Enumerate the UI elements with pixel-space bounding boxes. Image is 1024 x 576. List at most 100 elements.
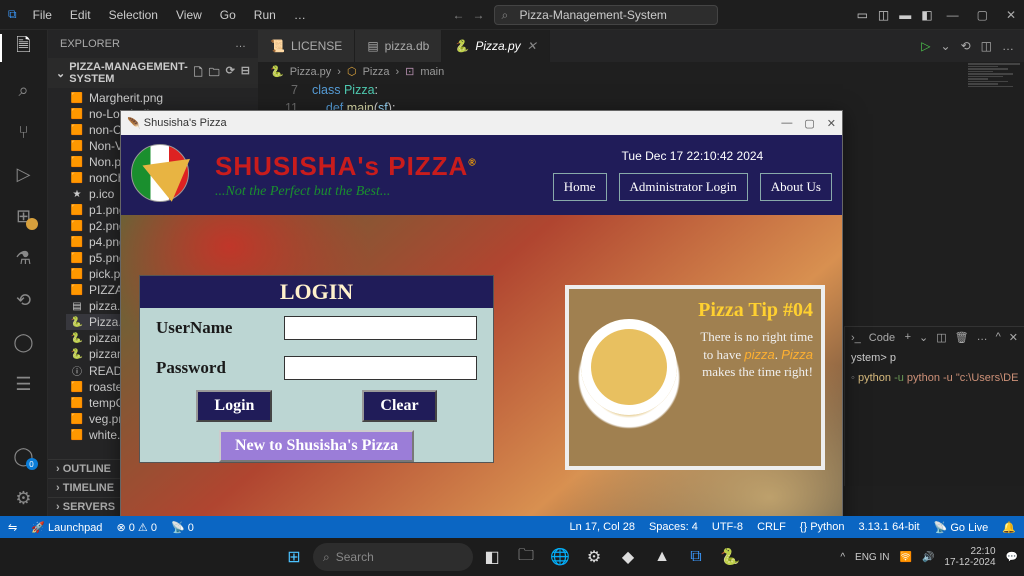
remote-icon[interactable]: ⟲ (12, 288, 36, 312)
file-item[interactable]: 🟧Margherit.png (66, 90, 258, 106)
close-tab-icon[interactable]: ✕ (527, 39, 537, 53)
launchpad-button[interactable]: 🚀 Launchpad (31, 521, 102, 534)
server-icon[interactable]: ☰ (12, 372, 36, 396)
radio-count[interactable]: 📡 0 (171, 521, 194, 534)
collapse-icon[interactable]: ⊟ (241, 64, 250, 83)
task-view-icon[interactable]: ◧ (477, 542, 507, 572)
menu-run[interactable]: Run (246, 4, 284, 26)
test-icon[interactable]: ⚗ (12, 246, 36, 270)
tray-up-icon[interactable]: ^ (840, 552, 845, 563)
file-icon: 🟧 (70, 430, 84, 441)
git-icon[interactable]: ⑂ (12, 120, 36, 144)
nav-back-icon[interactable]: ← (452, 8, 464, 22)
settings-app-icon[interactable]: ⚙ (579, 542, 609, 572)
tray-notif-icon[interactable]: 💬 (1006, 552, 1018, 563)
eol[interactable]: CRLF (757, 521, 786, 533)
nav-about[interactable]: About Us (760, 173, 832, 201)
notif-icon[interactable]: 🔔 (1002, 521, 1016, 534)
github-icon[interactable]: ◯ (12, 330, 36, 354)
cursor-pos[interactable]: Ln 17, Col 28 (570, 521, 635, 533)
layout-top-icon[interactable]: ▭ (857, 8, 868, 22)
terminal-split-icon[interactable]: ◫ (936, 331, 946, 344)
layout-left-icon[interactable]: ◫ (878, 8, 889, 22)
username-input[interactable] (284, 316, 477, 340)
explorer-app-icon[interactable]: 🗀 (511, 542, 541, 572)
root-name: PIZZA-MANAGEMENT-SYSTEM (69, 61, 189, 85)
tray-wifi-icon[interactable]: 🛜 (899, 552, 911, 563)
terminal-add-icon[interactable]: ›_ (851, 332, 861, 344)
remote-indicator[interactable]: ⇋ (8, 521, 17, 534)
nav-fwd-icon[interactable]: → (472, 8, 484, 22)
nav-admin[interactable]: Administrator Login (619, 173, 748, 201)
tab-license[interactable]: 📜LICENSE (258, 30, 355, 62)
tray-clock[interactable]: 22:1017-12-2024 (944, 546, 995, 568)
maximize-icon[interactable]: ▢ (977, 8, 988, 22)
clear-button[interactable]: Clear (362, 390, 436, 422)
terminal-drop-icon[interactable]: ⌄ (919, 331, 928, 344)
login-button[interactable]: Login (196, 390, 272, 422)
app-icon[interactable]: ◆ (613, 542, 643, 572)
explorer-icon[interactable]: 🗎 (12, 36, 36, 60)
python-app-icon[interactable]: 🐍 (715, 542, 745, 572)
new-file-icon[interactable]: 🗋 (194, 64, 203, 83)
explorer-more-icon[interactable]: … (235, 38, 246, 50)
command-center[interactable]: Pizza-Management-System (494, 5, 717, 25)
problems[interactable]: ⊗ 0 ⚠ 0 (116, 521, 157, 534)
menu-go[interactable]: Go (212, 4, 244, 26)
run-icon[interactable]: ▷ (921, 39, 930, 53)
language[interactable]: {} Python (800, 521, 845, 533)
chrome-icon[interactable]: 🌐 (545, 542, 575, 572)
vscode-app-icon[interactable]: ⧉ (681, 542, 711, 572)
terminal-panel[interactable]: ›_ Code + ⌄ ◫ 🗑 … ^ ✕ ystem> p ◦ python … (844, 326, 1024, 486)
file-icon: ⓘ (70, 363, 84, 378)
tray-sound-icon[interactable]: 🔊 (922, 552, 934, 563)
password-input[interactable] (284, 356, 477, 380)
extensions-icon[interactable]: ⊞ (12, 204, 36, 228)
app-titlebar[interactable]: 🪶 Shusisha's Pizza — ▢ ✕ (121, 111, 842, 135)
minimize-icon[interactable]: — (947, 8, 959, 22)
split-icon[interactable]: ◫ (981, 39, 992, 53)
layout-bottom-icon[interactable]: ▬ (899, 8, 911, 22)
folder-root[interactable]: ⌄ PIZZA-MANAGEMENT-SYSTEM 🗋 🗀 ⟳ ⊟ (48, 58, 258, 88)
terminal-plus-icon[interactable]: + (905, 331, 911, 344)
history-icon[interactable]: ⟲ (961, 39, 971, 53)
debug-icon[interactable]: ▷ (12, 162, 36, 186)
app-min-icon[interactable]: — (781, 117, 792, 130)
terminal-close-icon[interactable]: ✕ (1009, 331, 1018, 344)
menu-file[interactable]: File (25, 4, 60, 26)
settings-icon[interactable]: ⚙ (12, 486, 36, 510)
go-live[interactable]: 📡 Go Live (934, 521, 989, 534)
taskbar-search[interactable]: ⌕Search (313, 543, 473, 571)
vlc-icon[interactable]: ▲ (647, 542, 677, 572)
menu-edit[interactable]: Edit (62, 4, 99, 26)
file-name: Margherit.png (89, 91, 163, 105)
app-close-icon[interactable]: ✕ (827, 117, 836, 130)
refresh-icon[interactable]: ⟳ (226, 64, 235, 83)
layout-right-icon[interactable]: ◧ (921, 8, 932, 22)
file-icon: 🟧 (70, 125, 84, 136)
breadcrumb[interactable]: 🐍Pizza.py › ⬡ Pizza › ⊡ main (258, 62, 1024, 81)
new-user-button[interactable]: New to Shusisha's Pizza (219, 430, 414, 462)
account-icon[interactable]: ◯0 (12, 444, 36, 468)
close-icon[interactable]: ✕ (1006, 8, 1016, 22)
app-max-icon[interactable]: ▢ (804, 117, 814, 130)
terminal-trash-icon[interactable]: 🗑 (955, 331, 969, 344)
tab-pizzapy[interactable]: 🐍Pizza.py✕ (442, 30, 549, 62)
spaces[interactable]: Spaces: 4 (649, 521, 698, 533)
start-icon[interactable]: ⊞ (279, 542, 309, 572)
menu-view[interactable]: View (168, 4, 210, 26)
py-version[interactable]: 3.13.1 64-bit (858, 521, 919, 533)
terminal-more-icon[interactable]: … (977, 331, 988, 344)
more-icon[interactable]: … (1002, 39, 1014, 53)
menu-selection[interactable]: Selection (101, 4, 166, 26)
tab-pizzadb[interactable]: ▤pizza.db (355, 30, 442, 62)
encoding[interactable]: UTF-8 (712, 521, 743, 533)
search-icon: ⌕ (323, 550, 330, 565)
tray-lang[interactable]: ENG IN (855, 552, 889, 563)
nav-home[interactable]: Home (553, 173, 607, 201)
run-dropdown-icon[interactable]: ⌄ (941, 39, 951, 53)
new-folder-icon[interactable]: 🗀 (209, 64, 220, 83)
terminal-up-icon[interactable]: ^ (996, 331, 1001, 344)
search-icon[interactable]: ⌕ (12, 78, 36, 102)
menu-more[interactable]: … (286, 4, 314, 26)
